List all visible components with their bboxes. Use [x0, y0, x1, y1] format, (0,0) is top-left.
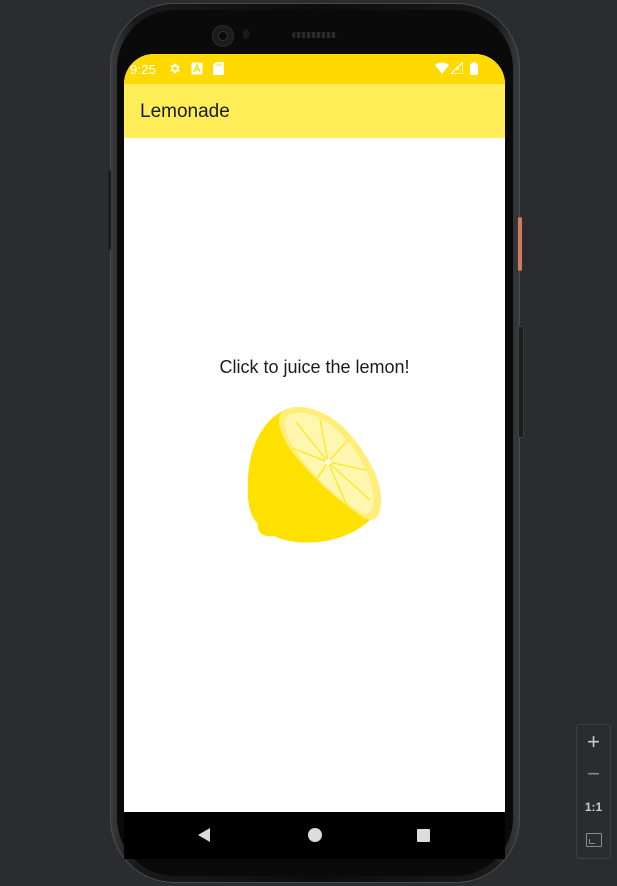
- system-nav-bar: [124, 812, 505, 859]
- signal-icon: [449, 60, 464, 77]
- app-bar: Lemonade: [124, 84, 505, 138]
- lemon-image-button[interactable]: [244, 404, 384, 546]
- fit-screen-icon: [586, 833, 602, 847]
- earpiece-speaker: [292, 32, 337, 38]
- main-content: Click to juice the lemon!: [124, 138, 505, 812]
- phone-screen: 9:25 Lemonade Click to juice the lemon!: [124, 54, 505, 859]
- back-icon[interactable]: [198, 828, 210, 842]
- fit-screen-button[interactable]: [577, 825, 610, 855]
- juice-prompt-text: Click to juice the lemon!: [219, 357, 410, 377]
- power-button[interactable]: [518, 217, 522, 271]
- zoom-out-button[interactable]: −: [577, 759, 610, 789]
- status-bar: 9:25: [124, 54, 505, 84]
- wifi-icon: [435, 62, 449, 77]
- status-time: 9:25: [130, 62, 157, 77]
- a-box-icon: [191, 62, 203, 78]
- lemon-half-icon: [247, 406, 382, 543]
- gear-icon: [168, 62, 181, 78]
- left-side-button: [108, 170, 111, 250]
- battery-icon: [470, 62, 478, 78]
- emulator-zoom-panel: + − 1:1: [576, 724, 611, 859]
- front-camera-icon: [212, 25, 234, 47]
- volume-rocker[interactable]: [518, 326, 524, 438]
- recents-icon[interactable]: [417, 829, 430, 842]
- sd-card-icon: [213, 62, 224, 78]
- proximity-sensor: [243, 29, 249, 39]
- actual-size-button[interactable]: 1:1: [577, 792, 610, 822]
- zoom-in-button[interactable]: +: [577, 727, 610, 757]
- home-icon[interactable]: [308, 828, 322, 842]
- app-title: Lemonade: [140, 101, 230, 122]
